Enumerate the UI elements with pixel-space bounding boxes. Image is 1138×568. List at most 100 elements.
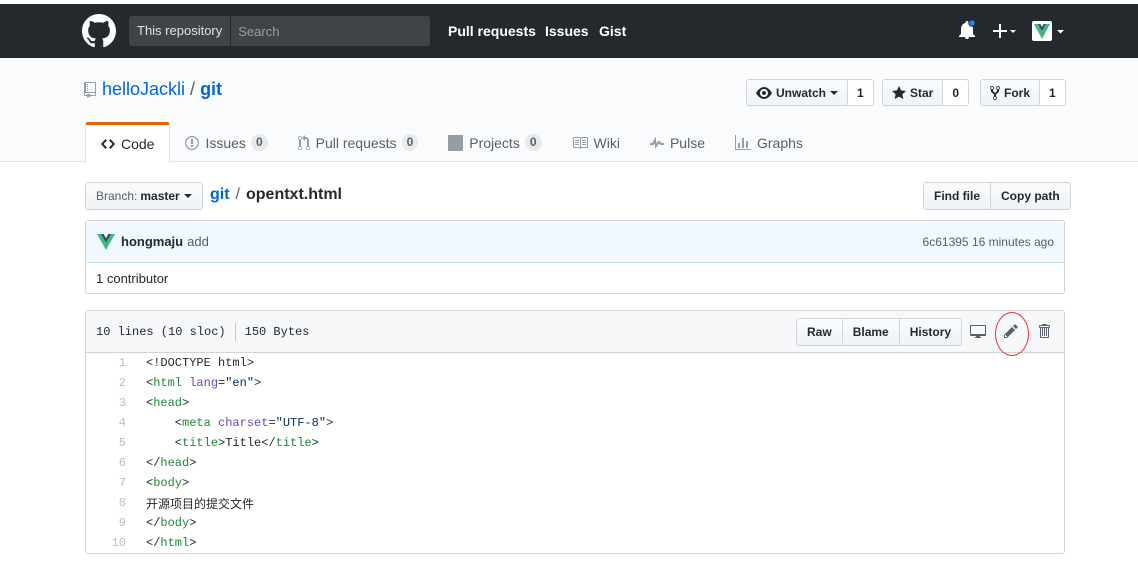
code-line: 8 开源项目的提交文件: [86, 493, 1064, 513]
code-line: 1 <!DOCTYPE html>: [86, 353, 1064, 373]
commit-author-link[interactable]: hongmaju: [121, 234, 183, 249]
fork-count[interactable]: 1: [1040, 79, 1066, 106]
line-number[interactable]: 5: [86, 436, 136, 450]
tab-wiki[interactable]: Wiki: [557, 122, 635, 163]
repo-name-link[interactable]: git: [200, 79, 222, 100]
pull-request-icon: [297, 134, 310, 151]
line-content: 开源项目的提交文件: [146, 496, 255, 511]
tab-issues[interactable]: Issues 0: [170, 122, 282, 163]
eye-icon: [756, 85, 772, 101]
line-number[interactable]: 8: [86, 496, 136, 510]
file-path-actions: Find file Copy path: [923, 182, 1071, 210]
notifications-bell-icon[interactable]: [958, 19, 976, 43]
star-icon: [892, 85, 906, 101]
create-new-plus-icon[interactable]: [992, 23, 1018, 42]
blame-button[interactable]: Blame: [841, 318, 900, 346]
contributors-bar: 1 contributor: [86, 263, 1064, 294]
trash-icon[interactable]: [1035, 322, 1053, 340]
find-file-button[interactable]: Find file: [923, 182, 991, 210]
unwatch-button[interactable]: Unwatch: [746, 79, 849, 106]
line-number[interactable]: 9: [86, 516, 136, 530]
graph-icon: [734, 134, 751, 151]
contributors-count[interactable]: 1 contributor: [96, 271, 168, 286]
fork-icon: [990, 85, 1000, 101]
fork-label: Fork: [1004, 85, 1031, 100]
commit-sha-link[interactable]: 6c61395: [923, 235, 969, 249]
raw-button[interactable]: Raw: [796, 318, 843, 346]
line-content: </head>: [146, 456, 197, 470]
branch-prefix-label: Branch:: [96, 189, 138, 203]
fork-button-group: Fork 1: [980, 79, 1066, 106]
nav-pull-requests[interactable]: Pull requests: [448, 23, 536, 39]
star-button[interactable]: Star: [882, 79, 944, 106]
issues-count-badge: 0: [250, 134, 268, 151]
copy-path-button[interactable]: Copy path: [991, 182, 1071, 210]
file-actions: Raw Blame History: [796, 318, 963, 346]
line-number[interactable]: 6: [86, 456, 136, 470]
user-avatar-menu[interactable]: [1032, 21, 1068, 46]
file-breadcrumb: git / opentxt.html: [210, 186, 342, 204]
line-content: </html>: [146, 536, 197, 550]
line-number[interactable]: 3: [86, 396, 136, 410]
code-line: 3 <head>: [86, 393, 1064, 413]
commit-meta: 6c61395 16 minutes ago: [923, 235, 1054, 249]
code-line: 5 <title>Title</title>: [86, 433, 1064, 453]
unwatch-label: Unwatch: [776, 85, 827, 100]
line-number[interactable]: 1: [86, 356, 136, 370]
star-count[interactable]: 0: [943, 79, 970, 106]
tab-pull-requests[interactable]: Pull requests 0: [283, 122, 434, 163]
repo-head: helloJackli / git Unwatch 1 Star 0 Fork …: [0, 58, 1138, 163]
file-header: 10 lines (10 sloc) 150 Bytes Raw Blame H…: [86, 311, 1064, 356]
line-number[interactable]: 2: [86, 376, 136, 390]
author-avatar[interactable]: [96, 232, 116, 252]
breadcrumb-repo-link[interactable]: git: [210, 186, 230, 203]
history-button[interactable]: History: [898, 318, 963, 346]
tab-label: Pulse: [669, 134, 705, 151]
search-input[interactable]: [231, 16, 430, 46]
code-icon: [101, 136, 115, 152]
nav-gist[interactable]: Gist: [599, 23, 626, 39]
caret-down-icon: [830, 90, 839, 96]
line-number[interactable]: 10: [86, 536, 136, 550]
commit-message-link[interactable]: add: [187, 234, 209, 249]
code-line: 9 </body>: [86, 513, 1064, 533]
file-info-divider: [234, 322, 236, 341]
header-search: This repository: [129, 16, 430, 46]
projects-count-badge: 0: [524, 134, 542, 151]
watch-count[interactable]: 1: [848, 79, 874, 106]
line-number[interactable]: 7: [86, 476, 136, 490]
tab-label: Wiki: [593, 134, 620, 151]
breadcrumb-separator: /: [235, 186, 240, 203]
tab-code[interactable]: Code: [85, 122, 171, 163]
caret-down-icon: [183, 193, 192, 199]
line-content: <meta charset="UTF-8">: [146, 416, 334, 430]
line-content: <head>: [146, 396, 190, 410]
nav-issues[interactable]: Issues: [545, 23, 589, 39]
pulse-icon: [649, 135, 664, 151]
watch-button-group: Unwatch 1: [746, 79, 874, 106]
file-lines-info: 10 lines (10 sloc): [96, 324, 226, 339]
line-number[interactable]: 4: [86, 416, 136, 430]
star-label: Star: [910, 85, 934, 100]
issue-icon: [185, 135, 200, 151]
branch-select-button[interactable]: Branch: master: [85, 182, 203, 210]
commit-tease: hongmaju add 6c61395 16 minutes ago 1 co…: [85, 220, 1065, 294]
tab-label: Pull requests: [315, 134, 397, 151]
tab-projects[interactable]: Projects 0: [433, 122, 556, 163]
repo-title-separator: /: [190, 79, 196, 99]
line-content: <title>Title</title>: [146, 436, 319, 450]
tab-graphs[interactable]: Graphs: [720, 122, 818, 163]
code-line: 4 <meta charset="UTF-8">: [86, 413, 1064, 433]
repo-icon: [84, 81, 96, 98]
breadcrumb-file-name: opentxt.html: [246, 186, 342, 203]
repo-title: helloJackli / git: [84, 79, 222, 100]
commit-time: 16 minutes ago: [971, 234, 1054, 249]
pull-requests-count-badge: 0: [401, 134, 419, 151]
github-logo-icon[interactable]: [82, 14, 116, 48]
repo-nav-tabs: Code Issues 0 Pull requests 0 Projects 0: [85, 122, 818, 163]
fork-button[interactable]: Fork: [980, 79, 1041, 106]
global-header: This repository Pull requests Issues Gis…: [0, 4, 1138, 58]
repo-owner-link[interactable]: helloJackli: [102, 79, 185, 100]
tab-pulse[interactable]: Pulse: [635, 122, 720, 163]
desktop-icon[interactable]: [969, 322, 987, 340]
